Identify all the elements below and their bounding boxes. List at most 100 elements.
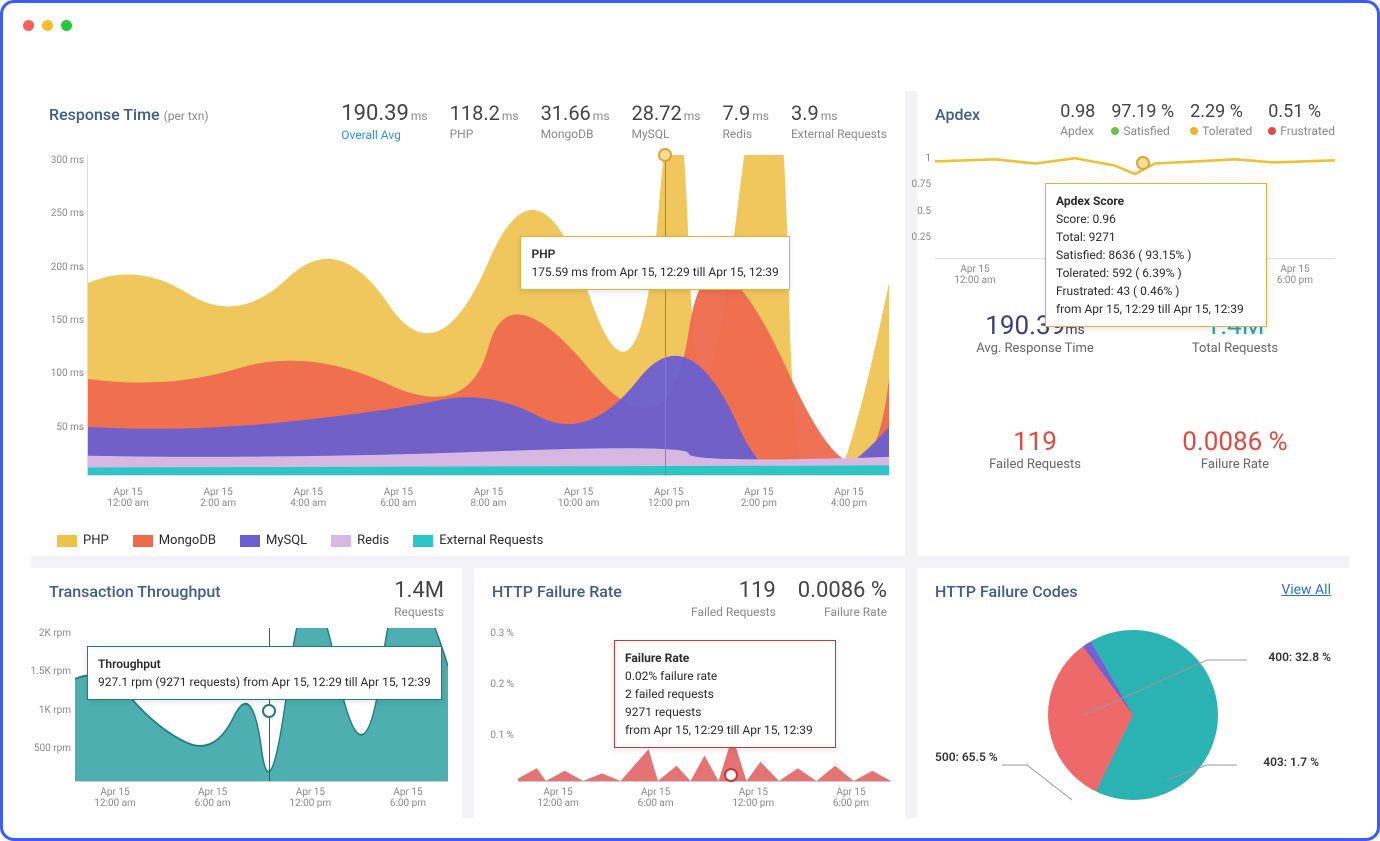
tt-x-axis: Apr 1512:00 am Apr 156:00 am Apr 1512:00 p… — [75, 787, 448, 809]
minimize-icon[interactable] — [42, 20, 53, 31]
maximize-icon[interactable] — [61, 20, 72, 31]
x-tick: Apr 1512:00 am — [518, 787, 598, 809]
rt-title-text: Response Time — [49, 105, 160, 124]
x-tick: Apr 152:00 am — [178, 487, 258, 509]
rt-metric: 28.72msMySQL — [632, 101, 701, 142]
rt-metrics-row: 190.39msOverall Avg118.2msPHP31.66msMong… — [341, 101, 887, 142]
y-tick: 1.5K rpm — [29, 666, 71, 677]
y-tick: 0.5 — [903, 206, 931, 217]
legend-label: External Requests — [439, 533, 543, 548]
legend-item[interactable]: Redis — [331, 533, 389, 548]
tt-tooltip-body: 927.1 rpm (9271 requests) from Apr 15, 1… — [98, 673, 431, 691]
legend-item[interactable]: External Requests — [413, 533, 543, 548]
x-tick: Apr 158:00 am — [449, 487, 529, 509]
y-tick: 250 ms — [34, 208, 84, 219]
bottom-left-group: Transaction Throughput 1.4MRequests 2K r… — [31, 568, 905, 818]
y-tick: 0.1 % — [476, 730, 514, 741]
rt-cursor-marker — [658, 148, 672, 162]
y-tick: 0.25 — [903, 232, 931, 243]
legend-swatch — [331, 535, 351, 547]
rt-area-svg — [88, 155, 889, 475]
y-tick: 0.75 — [903, 179, 931, 190]
close-icon[interactable] — [23, 20, 34, 31]
y-tick: 200 ms — [34, 262, 84, 273]
failure-rate-metrics: 119Failed Requests 0.0086 %Failure Rate — [691, 578, 887, 619]
hr-marker — [724, 768, 738, 782]
legend-swatch — [133, 535, 153, 547]
y-tick: 300 ms — [34, 155, 84, 166]
rt-tooltip-body: 175.59 ms from Apr 15, 12:29 till Apr 15… — [531, 263, 778, 281]
rt-metric: 3.9msExternal Requests — [791, 101, 887, 142]
x-tick: Apr 1512:00 am — [75, 787, 155, 809]
y-tick: 100 ms — [34, 368, 84, 379]
x-tick: Apr 156:00 am — [173, 787, 253, 809]
apdex-metric: 97.19 %Satisfied — [1111, 101, 1174, 138]
apdex-big-metric: 119Failed Requests — [935, 427, 1135, 543]
rt-tooltip: PHP 175.59 ms from Apr 15, 12:29 till Ap… — [520, 236, 789, 290]
hr-tooltip-lines: Failure Rate0.02% failure rate2 failed r… — [625, 649, 825, 739]
y-tick: 1K rpm — [29, 705, 71, 716]
apdex-big-metrics: 190.39msAvg. Response Time1.4MTotal Requ… — [935, 311, 1335, 542]
x-tick: Apr 156:00 am — [616, 787, 696, 809]
legend-swatch — [57, 535, 77, 547]
failure-codes-card: HTTP Failure Codes View All 500: 65.5 % … — [917, 568, 1349, 818]
x-tick: Apr 154:00 am — [268, 487, 348, 509]
legend-label: PHP — [83, 533, 109, 548]
x-tick: Apr 152:00 pm — [719, 487, 799, 509]
apdex-big-metric: 190.39msAvg. Response Time — [935, 311, 1135, 427]
rt-chart[interactable]: 300 ms250 ms200 ms150 ms100 ms50 ms Apr … — [87, 155, 889, 476]
apdex-metric: 0.51 %Frustrated — [1268, 101, 1335, 138]
legend-item[interactable]: MongoDB — [133, 533, 216, 548]
view-all-link[interactable]: View All — [1281, 582, 1331, 598]
app-frame: Response Time (per txn) 190.39msOverall … — [0, 0, 1380, 841]
apdex-big-metric: 1.4MTotal Requests — [1135, 311, 1335, 427]
rt-metric: 7.9msRedis — [722, 101, 768, 142]
throughput-card: Transaction Throughput 1.4MRequests 2K r… — [31, 568, 462, 818]
apdex-marker — [1136, 156, 1150, 170]
rt-metric: 190.39msOverall Avg — [341, 101, 427, 142]
apdex-tooltip: Apdex ScoreScore: 0.96Total: 9271Satisfi… — [1045, 183, 1267, 327]
x-tick: Apr 1512:00 pm — [713, 787, 793, 809]
x-tick: Apr 1512:00 am — [88, 487, 168, 509]
x-tick: Apr 156:00 pm — [368, 787, 448, 809]
tt-metric: 1.4MRequests — [394, 578, 444, 619]
legend-item[interactable]: MySQL — [240, 533, 307, 548]
failure-rate-tooltip: Failure Rate0.02% failure rate2 failed r… — [614, 640, 836, 748]
y-tick: 0.2 % — [476, 679, 514, 690]
window-titlebar — [3, 3, 1377, 47]
x-tick: Apr 154:00 pm — [809, 487, 889, 509]
pie-leader-lines — [917, 620, 1349, 808]
rt-metric: 118.2msPHP — [450, 101, 519, 142]
pie-wrap: 500: 65.5 % 400: 32.8 % 403: 1.7 % — [917, 620, 1349, 808]
apdex-metrics-row: 0.98Apdex97.19 %Satisfied2.29 %Tolerated… — [1060, 101, 1335, 138]
x-tick: Apr 1512:00 pm — [270, 787, 350, 809]
legend-label: MySQL — [266, 533, 307, 548]
y-tick: 150 ms — [34, 315, 84, 326]
hr-x-axis: Apr 1512:00 am Apr 156:00 am Apr 1512:00 p… — [518, 787, 891, 809]
x-tick: Apr 1512:00 pm — [629, 487, 709, 509]
rt-cursor-line — [665, 155, 666, 475]
apdex-metric: 0.98Apdex — [1060, 101, 1095, 138]
y-tick: 2K rpm — [29, 628, 71, 639]
apdex-big-metric: 0.0086 %Failure Rate — [1135, 427, 1335, 543]
x-tick: Apr 156:00 pm — [811, 787, 891, 809]
tt-marker — [262, 704, 276, 718]
apdex-tooltip-lines: Apdex ScoreScore: 0.96Total: 9271Satisfi… — [1056, 192, 1256, 318]
throughput-tooltip: Throughput 927.1 rpm (9271 requests) fro… — [87, 646, 442, 700]
y-tick: 50 ms — [34, 422, 84, 433]
hr-metric: 119Failed Requests — [691, 578, 776, 619]
hr-metric: 0.0086 %Failure Rate — [798, 578, 887, 619]
y-tick: 1 — [903, 153, 931, 164]
y-tick: 500 rpm — [29, 743, 71, 754]
dashboard-grid: Response Time (per txn) 190.39msOverall … — [31, 91, 1349, 818]
y-tick: 0.3 % — [476, 628, 514, 639]
rt-legend: PHP MongoDB MySQL Redis External Requests — [57, 533, 543, 548]
tt-tooltip-title: Throughput — [98, 655, 431, 673]
legend-item[interactable]: PHP — [57, 533, 109, 548]
legend-swatch — [240, 535, 260, 547]
rt-subtitle: (per txn) — [164, 109, 209, 123]
legend-swatch — [413, 535, 433, 547]
x-tick: Apr 156:00 am — [358, 487, 438, 509]
x-tick: Apr 1510:00 am — [539, 487, 619, 509]
response-time-card: Response Time (per txn) 190.39msOverall … — [31, 91, 905, 556]
